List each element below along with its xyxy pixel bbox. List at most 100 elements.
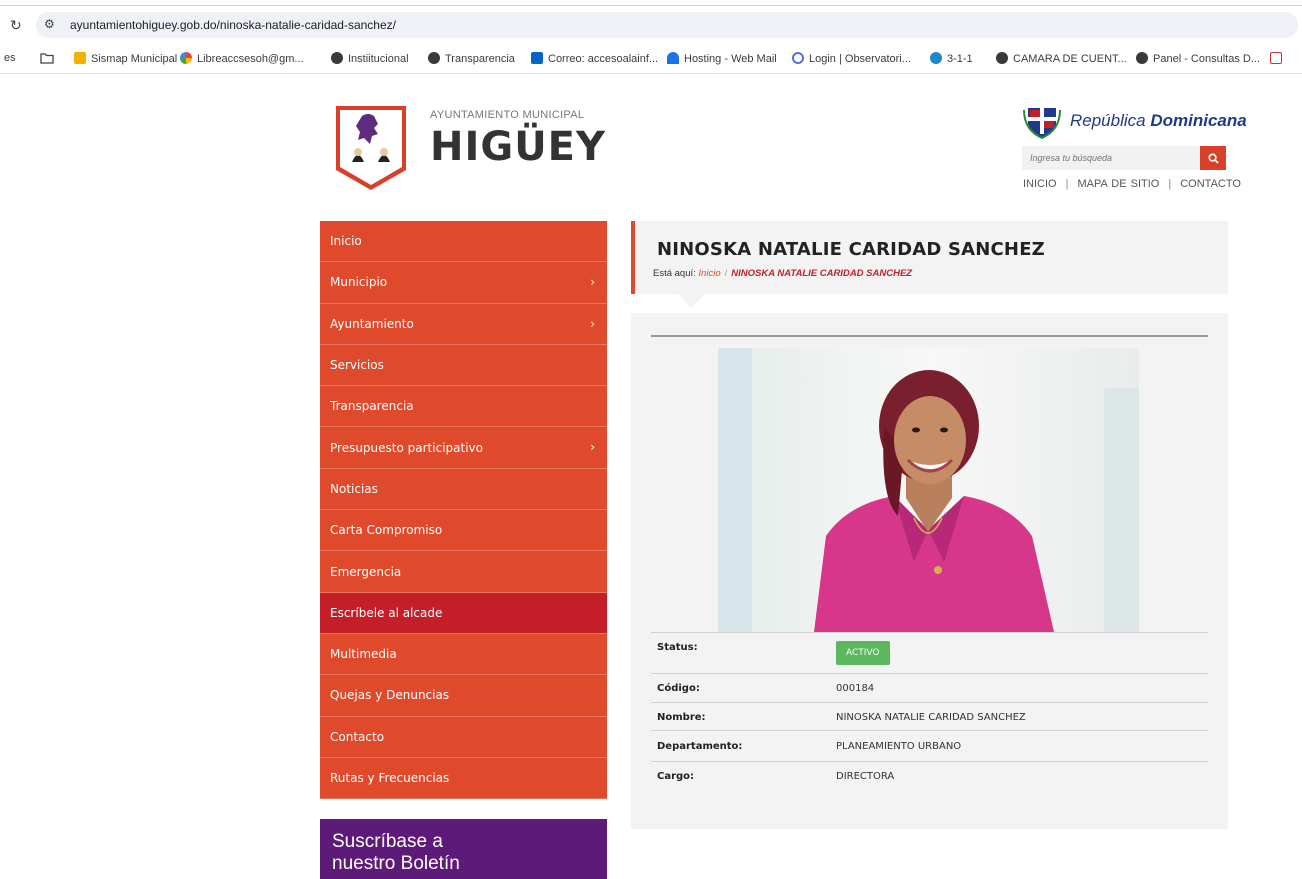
folder-icon[interactable] bbox=[40, 52, 54, 67]
nav-item-transparencia[interactable]: Transparencia bbox=[320, 386, 607, 428]
top-links: INICIO | MAPA DE SITIO | CONTACTO bbox=[1023, 178, 1241, 190]
cargo-value: DIRECTORA bbox=[836, 771, 895, 782]
nav-label: Municipio bbox=[330, 275, 388, 290]
field-row-nombre: Nombre: NINOSKA NATALIE CARIDAD SANCHEZ bbox=[651, 702, 1208, 730]
nav-label: Quejas y Denuncias bbox=[330, 688, 450, 703]
311-icon bbox=[930, 52, 942, 64]
org-name[interactable]: HIGÜEY bbox=[430, 124, 606, 170]
bookmark-observatorio[interactable]: Login | Observatori... bbox=[792, 52, 911, 65]
bookmark-label: Panel - Consultas D... bbox=[1153, 53, 1260, 65]
nav-item-escribele-al-alcade[interactable]: Escríbele al alcade bbox=[320, 592, 607, 634]
toplink-separator: | bbox=[1065, 178, 1069, 190]
content-divider bbox=[651, 335, 1208, 337]
codigo-label: Código: bbox=[657, 683, 700, 694]
nav-item-rutas-y-frecuencias[interactable]: Rutas y Frecuencias bbox=[320, 757, 607, 800]
nav-item-presupuesto-participativo[interactable]: Presupuesto participativo › bbox=[320, 427, 607, 469]
nav-label: Ayuntamiento bbox=[330, 316, 414, 331]
globe-icon bbox=[428, 52, 440, 64]
bookmark-label: Correo: accesoalainf... bbox=[548, 53, 659, 65]
url-text[interactable]: ayuntamientohiguey.gob.do/ninoska-natali… bbox=[70, 18, 396, 32]
page-title: NINOSKA NATALIE CARIDAD SANCHEZ bbox=[657, 239, 1045, 260]
google-icon bbox=[180, 52, 192, 64]
departamento-label: Departamento: bbox=[657, 741, 743, 752]
chevron-right-icon: › bbox=[590, 316, 595, 331]
breadcrumb-current: NINOSKA NATALIE CARIDAD SANCHEZ bbox=[731, 268, 913, 279]
bookmark-311[interactable]: 3-1-1 bbox=[930, 52, 973, 65]
globe-icon bbox=[996, 52, 1008, 64]
nav-label: Carta Compromiso bbox=[330, 523, 443, 538]
nav-item-ayuntamiento[interactable]: Ayuntamiento › bbox=[320, 303, 607, 345]
codigo-value: 000184 bbox=[836, 683, 875, 694]
nav-item-quejas-y-denuncias[interactable]: Quejas y Denuncias bbox=[320, 675, 607, 717]
status-badge: ACTIVO bbox=[836, 641, 890, 665]
nav-item-multimedia[interactable]: Multimedia bbox=[320, 633, 607, 676]
bookmark-transparencia[interactable]: Transparencia bbox=[428, 52, 515, 65]
higuey-shield-logo[interactable] bbox=[334, 104, 408, 192]
nav-item-carta-compromiso[interactable]: Carta Compromiso bbox=[320, 510, 607, 552]
bookmark-overflow-icon[interactable] bbox=[1270, 52, 1287, 65]
search-icon bbox=[792, 52, 804, 64]
bookmark-label: 3-1-1 bbox=[947, 53, 973, 65]
nav-item-municipio[interactable]: Municipio › bbox=[320, 262, 607, 304]
bookmark-google[interactable]: Libreaccsesoh@gm... bbox=[180, 52, 304, 65]
bookmarks-overflow-text[interactable]: es bbox=[4, 52, 16, 64]
newsletter-title-line2: nuestro Boletín bbox=[332, 853, 460, 874]
bookmark-institucional[interactable]: Instiitucional bbox=[331, 52, 409, 65]
bookmarks-bar: es Sismap Municipal Libreaccsesoh@gm... … bbox=[0, 44, 1302, 74]
toplink-contacto[interactable]: CONTACTO bbox=[1180, 178, 1241, 190]
bookmark-correo[interactable]: Correo: accesoalainf... bbox=[531, 52, 658, 65]
org-subtitle: AYUNTAMIENTO MUNICIPAL bbox=[430, 109, 585, 121]
nav-item-emergencia[interactable]: Emergencia bbox=[320, 551, 607, 593]
bookmark-sismap[interactable]: Sismap Municipal bbox=[74, 52, 177, 65]
nav-item-contacto[interactable]: Contacto bbox=[320, 716, 607, 758]
toplink-mapa-de-sitio[interactable]: MAPA DE SITIO bbox=[1077, 178, 1159, 190]
nav-label: Servicios bbox=[330, 358, 384, 373]
globe-icon bbox=[331, 52, 343, 64]
newsletter-title-line1: Suscríbase a bbox=[332, 831, 443, 852]
toplink-separator: | bbox=[1168, 178, 1172, 190]
breadcrumb-home-link[interactable]: Inicio bbox=[698, 268, 720, 279]
hosting-icon bbox=[667, 52, 679, 64]
bookmark-hosting[interactable]: Hosting - Web Mail bbox=[667, 52, 777, 65]
rd-bold: Dominicana bbox=[1150, 111, 1247, 130]
nav-label: Escríbele al alcade bbox=[330, 605, 443, 620]
nav-label: Presupuesto participativo bbox=[330, 440, 483, 455]
site-info-icon[interactable]: ⚙ bbox=[44, 17, 55, 31]
breadcrumb-separator: / bbox=[724, 268, 728, 279]
search-icon bbox=[1207, 152, 1219, 164]
nav-label: Multimedia bbox=[330, 647, 397, 662]
profile-photo-illustration bbox=[718, 348, 1139, 632]
reload-icon[interactable]: ↻ bbox=[10, 18, 22, 34]
field-row-departamento: Departamento: PLANEAMIENTO URBANO bbox=[651, 730, 1208, 761]
sidebar-nav: Inicio Municipio › Ayuntamiento › Servicio… bbox=[320, 221, 607, 800]
toplink-inicio[interactable]: INICIO bbox=[1023, 178, 1057, 190]
departamento-value: PLANEAMIENTO URBANO bbox=[836, 741, 962, 752]
nombre-value: NINOSKA NATALIE CARIDAD SANCHEZ bbox=[836, 712, 1026, 723]
bookmark-label: Login | Observatori... bbox=[809, 53, 911, 65]
breadcrumb: Está aquí: Inicio / NINOSKA NATALIE CARIDA… bbox=[653, 268, 912, 279]
chevron-right-icon: › bbox=[590, 440, 595, 455]
bookmark-label: Transparencia bbox=[445, 53, 515, 65]
breadcrumb-prefix: Está aquí: bbox=[653, 268, 696, 279]
republica-dominicana-label: República Dominicana bbox=[1070, 111, 1247, 131]
sismap-icon bbox=[74, 52, 86, 64]
profile-photo bbox=[718, 348, 1139, 632]
nav-item-noticias[interactable]: Noticias bbox=[320, 468, 607, 511]
status-label: Status: bbox=[657, 642, 698, 653]
site-search-input[interactable] bbox=[1022, 146, 1200, 170]
bookmark-panel[interactable]: Panel - Consultas D... bbox=[1136, 52, 1260, 65]
bookmark-label: CAMARA DE CUENT... bbox=[1013, 53, 1127, 65]
republica-dominicana-shield-icon bbox=[1023, 108, 1061, 140]
browser-address-bar: ↻ ⚙ ayuntamientohiguey.gob.do/ninoska-na… bbox=[0, 5, 1302, 41]
bookmark-camara[interactable]: CAMARA DE CUENT... bbox=[996, 52, 1127, 65]
nav-item-inicio[interactable]: Inicio bbox=[320, 221, 607, 263]
cargo-label: Cargo: bbox=[657, 771, 695, 782]
nav-label: Emergencia bbox=[330, 564, 402, 579]
nav-label: Noticias bbox=[330, 481, 378, 496]
nombre-label: Nombre: bbox=[657, 712, 706, 723]
nav-item-servicios[interactable]: Servicios bbox=[320, 344, 607, 387]
nav-label: Inicio bbox=[330, 234, 362, 249]
nav-label: Rutas y Frecuencias bbox=[330, 771, 450, 785]
bookmark-label: Hosting - Web Mail bbox=[684, 53, 777, 65]
search-button[interactable] bbox=[1200, 146, 1226, 170]
